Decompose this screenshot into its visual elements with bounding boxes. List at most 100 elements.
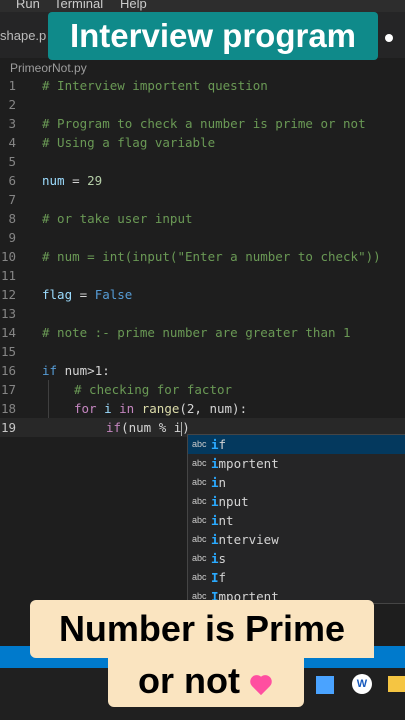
text-word-icon: abc xyxy=(192,553,207,563)
line-number: 5 xyxy=(8,154,16,169)
code-text: # Using a flag variable xyxy=(42,135,216,150)
code-token: False xyxy=(94,287,133,302)
line-number: 11 xyxy=(0,268,16,283)
text-word-icon: abc xyxy=(192,515,207,525)
suggestion-item[interactable]: abc int xyxy=(188,511,405,530)
code-line: 3 # Program to check a number is prime o… xyxy=(0,114,405,133)
line-number: 7 xyxy=(8,192,16,207)
suggestion-item[interactable]: abc input xyxy=(188,492,405,511)
code-token: range xyxy=(134,401,180,416)
text-word-icon: abc xyxy=(192,439,207,449)
code-line: 17 # checking for factor xyxy=(0,380,405,399)
code-text: if num>1: xyxy=(42,361,110,380)
suggestion-label: nt xyxy=(218,513,234,528)
code-line: 2 xyxy=(0,95,405,114)
code-line: 4 # Using a flag variable xyxy=(0,133,405,152)
suggestion-label: mportent xyxy=(218,456,279,471)
suggestion-match: i xyxy=(211,551,219,566)
suggestion-match: I xyxy=(211,570,219,585)
suggestion-label: n xyxy=(218,475,227,490)
suggestion-match: i xyxy=(211,456,219,471)
suggestion-match: i xyxy=(211,513,219,528)
text-word-icon: abc xyxy=(192,496,207,506)
breadcrumb-file[interactable]: PrimeorNot.py xyxy=(10,61,87,75)
suggestion-label: f xyxy=(218,437,227,452)
caption-text: or not xyxy=(138,660,240,701)
suggestion-match: i xyxy=(211,494,219,509)
code-token: i xyxy=(96,401,120,416)
code-text: # checking for factor xyxy=(74,382,233,397)
code-line: 9 xyxy=(0,228,405,247)
suggestion-match: i xyxy=(211,532,219,547)
line-number: 3 xyxy=(8,116,16,131)
code-line: 6 num = 29 xyxy=(0,171,405,190)
auto-closing-paren: ) xyxy=(182,420,190,435)
code-token: flag xyxy=(42,287,73,302)
code-line: 7 xyxy=(0,190,405,209)
suggestion-label: nput xyxy=(218,494,249,509)
line-number: 8 xyxy=(8,211,16,226)
code-line: 18 for i in range(2, num): xyxy=(0,399,405,418)
code-text: if(num % i) xyxy=(106,418,190,437)
line-number: 6 xyxy=(8,173,16,188)
suggestion-label: f xyxy=(218,570,227,585)
code-text: # num = int(input("Enter a number to che… xyxy=(42,249,381,264)
code-line: 11 xyxy=(0,266,405,285)
line-number: 10 xyxy=(0,249,16,264)
menu-item-terminal[interactable]: Terminal xyxy=(54,0,103,11)
code-token: for xyxy=(74,401,97,416)
suggestion-item[interactable]: abc in xyxy=(188,473,405,492)
code-line: 5 xyxy=(0,152,405,171)
code-text: num = 29 xyxy=(42,171,102,190)
code-token: = xyxy=(64,173,88,188)
code-text: # or take user input xyxy=(42,211,193,226)
suggestion-item[interactable]: abc if xyxy=(188,435,405,454)
code-token: = xyxy=(72,287,95,302)
suggestion-item[interactable]: abc importent xyxy=(188,454,405,473)
menu-item-run[interactable]: Run xyxy=(16,0,40,11)
text-word-icon: abc xyxy=(192,572,207,582)
word-app-icon[interactable]: W xyxy=(352,674,372,694)
code-token: if xyxy=(106,420,122,435)
text-word-icon: abc xyxy=(192,477,207,487)
suggestion-item[interactable]: abc is xyxy=(188,549,405,568)
line-number: 9 xyxy=(8,230,16,245)
code-token: num>1: xyxy=(57,363,110,378)
line-number: 16 xyxy=(0,363,16,378)
overlay-title-banner: Interview program xyxy=(48,12,378,60)
overlay-caption-line2: or not xyxy=(108,655,304,707)
code-token: 29 xyxy=(87,173,103,188)
code-token: (num % i xyxy=(121,420,182,435)
suggestion-match: i xyxy=(211,437,219,452)
suggestion-match: i xyxy=(211,475,219,490)
text-word-icon: abc xyxy=(192,534,207,544)
menu-bar: Run Terminal Help xyxy=(0,0,405,12)
file-explorer-icon[interactable] xyxy=(388,676,405,692)
windows-start-icon[interactable] xyxy=(316,676,334,694)
suggestion-label: s xyxy=(218,551,227,566)
line-number: 19 xyxy=(0,420,16,435)
menu-item-help[interactable]: Help xyxy=(120,0,147,11)
code-text: # Program to check a number is prime or … xyxy=(42,116,366,131)
code-text: # note :- prime number are greater than … xyxy=(42,325,351,340)
line-number: 1 xyxy=(8,78,16,93)
code-line: 15 xyxy=(0,342,405,361)
code-line: 13 xyxy=(0,304,405,323)
code-text: # Interview importent question xyxy=(42,78,268,93)
overlay-caption-line1: Number is Prime xyxy=(30,600,374,658)
suggestion-item[interactable]: abc interview xyxy=(188,530,405,549)
code-token: num xyxy=(42,173,65,188)
text-word-icon: abc xyxy=(192,458,207,468)
line-number: 4 xyxy=(8,135,16,150)
code-token: (2, num): xyxy=(179,401,248,416)
code-text: for i in range(2, num): xyxy=(74,399,247,418)
breadcrumb: PrimeorNot.py xyxy=(0,58,405,78)
line-number: 13 xyxy=(0,306,16,321)
tab-shape[interactable]: shape.p xyxy=(0,28,46,43)
line-number: 18 xyxy=(0,401,16,416)
autocomplete-suggestion-list[interactable]: abc if abc importent abc in abc input ab… xyxy=(187,434,405,604)
code-token: if xyxy=(42,363,58,378)
suggestion-item[interactable]: abc If xyxy=(188,568,405,587)
line-number: 14 xyxy=(0,325,16,340)
code-line: 8 # or take user input xyxy=(0,209,405,228)
